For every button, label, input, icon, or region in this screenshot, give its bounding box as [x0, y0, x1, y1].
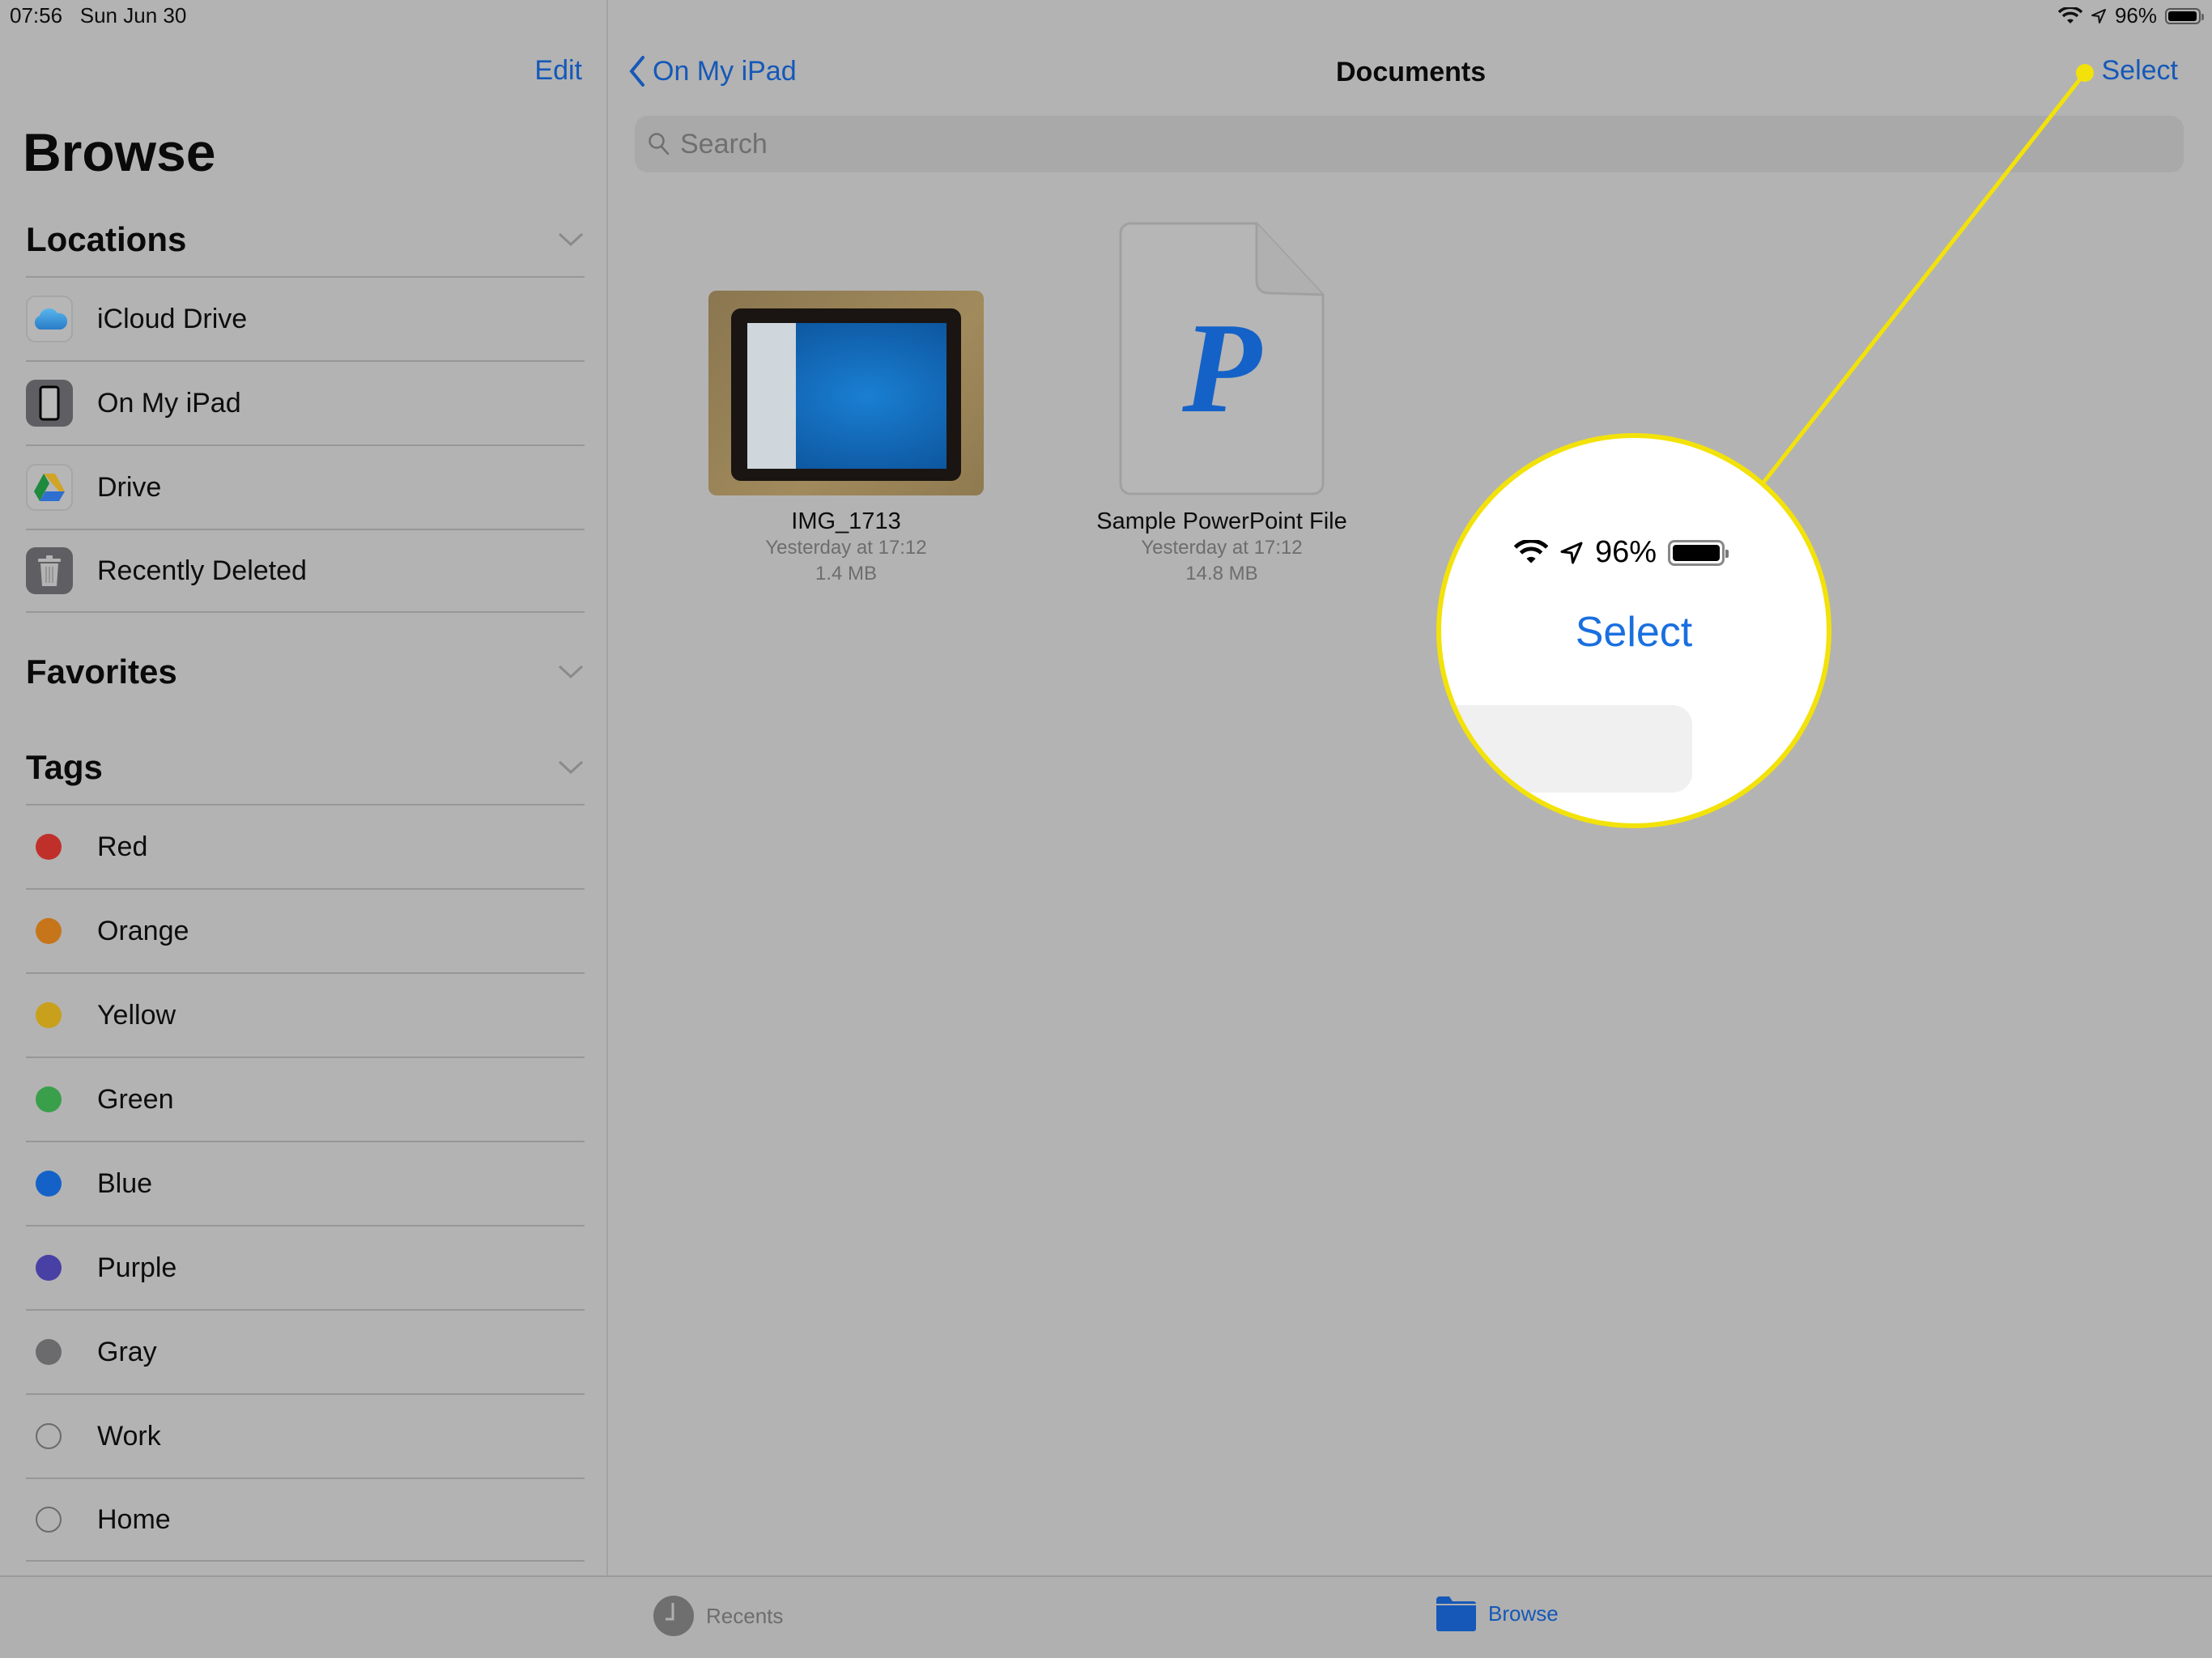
battery-icon	[1668, 539, 1729, 566]
magnified-battery-percent: 96%	[1595, 535, 1657, 569]
location-arrow-icon	[1560, 542, 1583, 563]
folder-icon	[1436, 1596, 1476, 1631]
callout-line	[1762, 64, 2094, 484]
wifi-icon	[1514, 539, 1548, 563]
magnified-status: 96%	[1514, 535, 1729, 570]
tab-bar: Recents Browse	[0, 1575, 2212, 1658]
tab-recents[interactable]: Recents	[653, 1595, 783, 1637]
magnified-select-label: Select	[1575, 609, 1693, 656]
tab-label: Browse	[1488, 1601, 1559, 1626]
clock-icon	[653, 1596, 694, 1636]
callout-dot-icon	[2076, 64, 2094, 82]
tab-label: Recents	[706, 1603, 784, 1628]
magnified-callout: 96% Select	[1436, 433, 1831, 828]
magnified-search-bar	[1441, 705, 1692, 793]
tab-browse[interactable]: Browse	[1435, 1595, 1559, 1632]
